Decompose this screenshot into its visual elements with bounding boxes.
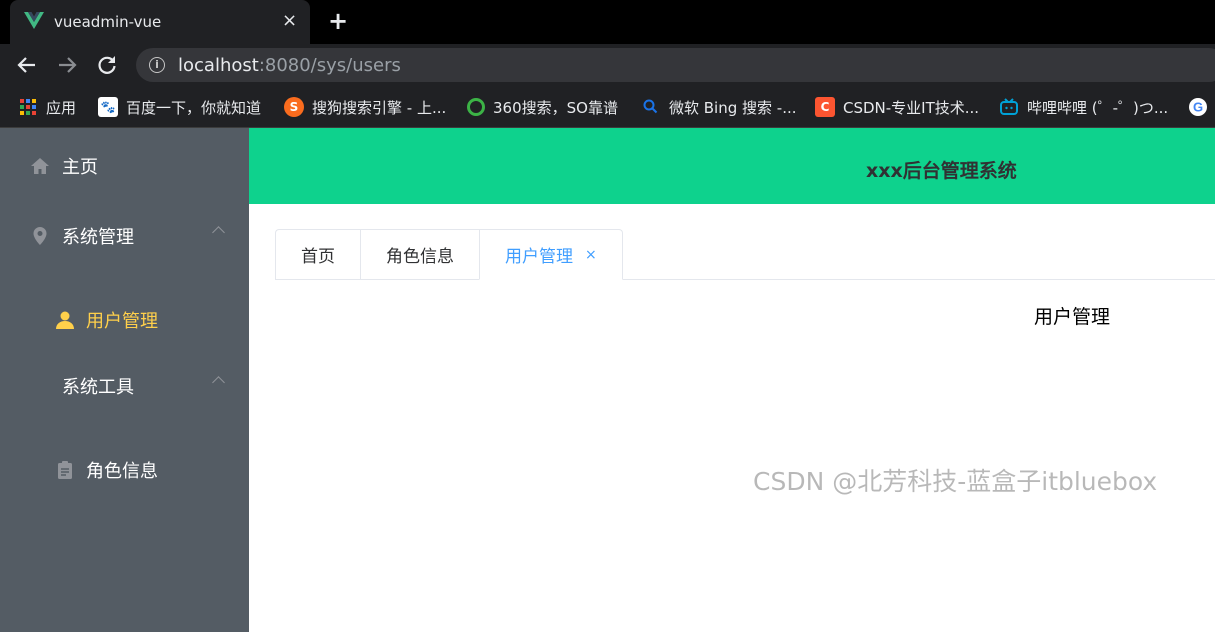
google-icon: G	[1189, 98, 1207, 116]
url-text: localhost:8080/sys/users	[178, 55, 401, 76]
tab-home[interactable]: 首页	[275, 229, 360, 280]
tab-user-management[interactable]: 用户管理 ×	[479, 229, 623, 280]
sidebar-item-home[interactable]: 主页	[0, 138, 249, 194]
new-tab-button[interactable]: +	[328, 8, 348, 34]
reload-icon[interactable]	[94, 52, 120, 78]
bilibili-icon	[1000, 98, 1018, 115]
360-icon	[467, 98, 485, 116]
watermark: CSDN @北芳科技-蓝盒子itbluebox	[753, 467, 1158, 496]
bookmark-bilibili[interactable]: 哔哩哔哩 (゜-゜)つ...	[999, 95, 1168, 119]
back-arrow-icon[interactable]	[14, 52, 40, 78]
sidebar-item-label: 系统工具	[62, 377, 134, 398]
sidebar-item-system-tools[interactable]: 系统工具	[0, 358, 249, 414]
close-icon[interactable]: ×	[282, 10, 297, 32]
page-tabs: 首页 角色信息 用户管理 ×	[275, 229, 623, 280]
browser-toolbar: i localhost:8080/sys/users	[0, 44, 1215, 86]
page-title: xxx后台管理系统	[866, 160, 1017, 182]
sidebar-item-system-management[interactable]: 系统管理	[0, 208, 249, 264]
main-area: xxx后台管理系统 首页 角色信息 用户管理 × 用户管理	[249, 128, 1215, 632]
bookmark-label: 百度一下，你就知道	[126, 98, 262, 117]
vue-logo-icon	[24, 12, 44, 29]
baidu-paw-icon: 🐾	[98, 97, 118, 117]
bookmark-label: 应用	[46, 98, 77, 117]
sidebar-menu: 主页 系统管理 用户管理 系统工具 角色信息	[0, 128, 249, 632]
bookmark-csdn[interactable]: C CSDN-专业IT技术...	[815, 95, 979, 119]
chevron-up-icon	[212, 376, 225, 389]
csdn-icon: C	[815, 97, 835, 117]
sidebar-item-label: 系统管理	[62, 227, 134, 248]
tab-label: 首页	[301, 247, 335, 267]
bookmarks-bar: 应用 🐾 百度一下，你就知道 S 搜狗搜索引擎 - 上... 360搜索，SO靠…	[0, 86, 1215, 128]
sidebar-item-label: 主页	[62, 157, 98, 178]
bookmark-label: 哔哩哔哩 (゜-゜)つ...	[1027, 98, 1169, 117]
location-icon	[33, 227, 47, 245]
bookmark-label: 搜狗搜索引擎 - 上...	[312, 98, 447, 117]
app-root: 主页 系统管理 用户管理 系统工具 角色信息 xxx后台管理系统 首页 角色信息…	[0, 128, 1215, 632]
sidebar-item-role-info[interactable]: 角色信息	[0, 442, 249, 498]
bookmark-google[interactable]: G	[1188, 95, 1215, 119]
user-icon	[56, 311, 74, 329]
bookmark-baidu[interactable]: 🐾 百度一下，你就知道	[98, 95, 261, 119]
bookmark-apps[interactable]: 应用	[18, 95, 76, 119]
app-header: xxx后台管理系统	[249, 128, 1215, 204]
bookmark-label: CSDN-专业IT技术...	[843, 98, 980, 117]
tab-label: 用户管理	[505, 247, 573, 267]
document-icon	[58, 461, 72, 479]
sidebar-item-user-management[interactable]: 用户管理	[0, 292, 249, 348]
apps-grid-icon	[20, 99, 36, 115]
forward-arrow-icon[interactable]	[54, 52, 80, 78]
browser-tab[interactable]: vueadmin-vue ×	[10, 0, 310, 44]
browser-tabstrip: vueadmin-vue × +	[0, 0, 1215, 44]
bookmark-label: 微软 Bing 搜索 -...	[669, 98, 797, 117]
tab-role-info[interactable]: 角色信息	[360, 229, 479, 280]
bookmark-bing[interactable]: 微软 Bing 搜索 -...	[641, 95, 797, 119]
info-icon[interactable]: i	[149, 57, 165, 73]
sidebar-item-label: 角色信息	[86, 461, 158, 482]
chevron-up-icon	[212, 226, 225, 239]
address-bar[interactable]: i localhost:8080/sys/users	[136, 48, 1215, 82]
tab-label: 角色信息	[386, 247, 454, 267]
bookmark-label: 360搜索，SO靠谱	[493, 98, 618, 117]
content-text: 用户管理	[1034, 306, 1111, 328]
bookmark-sogou[interactable]: S 搜狗搜索引擎 - 上...	[284, 95, 446, 119]
close-icon[interactable]: ×	[585, 247, 597, 263]
browser-tab-title: vueadmin-vue	[54, 13, 162, 31]
bookmark-360[interactable]: 360搜索，SO靠谱	[467, 95, 618, 119]
svg-text:G: G	[1193, 100, 1203, 115]
search-icon	[643, 99, 658, 114]
sidebar-item-label: 用户管理	[86, 311, 158, 332]
home-icon	[31, 158, 49, 174]
sogou-icon: S	[284, 97, 304, 117]
